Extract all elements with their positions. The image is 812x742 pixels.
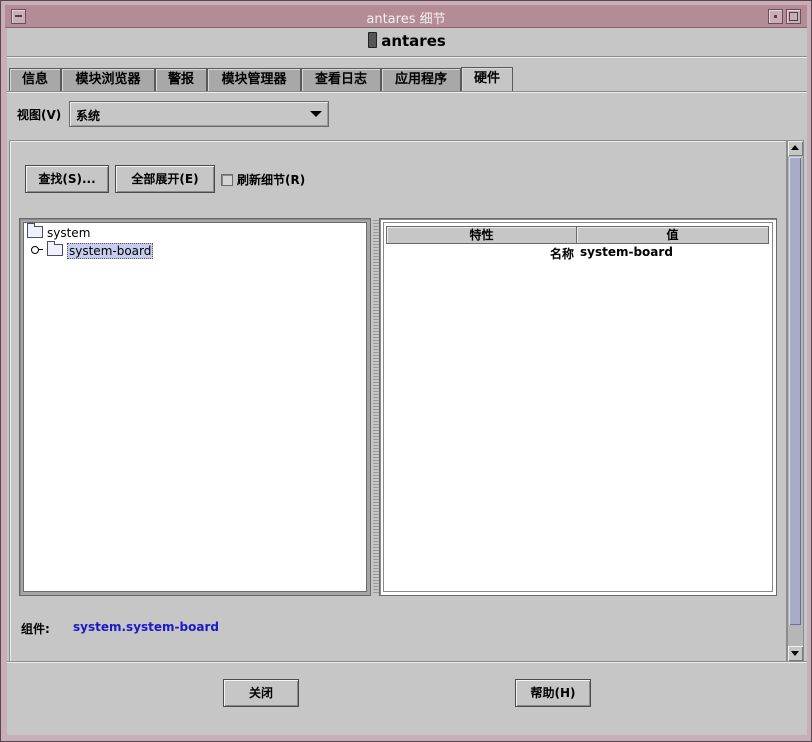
host-name: antares	[381, 32, 446, 50]
expand-all-button[interactable]: 全部展开(E)	[115, 165, 215, 193]
property-name: 名称	[549, 247, 574, 261]
refresh-details-label[interactable]: 刷新细节(R)	[237, 171, 305, 188]
component-value: system.system-board	[73, 620, 219, 634]
component-tree[interactable]: system system-board	[23, 222, 367, 592]
properties-table: 特性 值 名称 system-board	[383, 222, 773, 592]
component-label: 组件:	[21, 622, 50, 636]
tab-module-manager[interactable]: 模块管理器	[207, 68, 301, 91]
header-divider	[7, 56, 807, 58]
vertical-scrollbar[interactable]	[787, 140, 804, 662]
scroll-up-icon[interactable]	[788, 141, 803, 156]
tree-node-root[interactable]: system	[27, 223, 91, 242]
view-select-value: 系统	[76, 109, 101, 123]
find-button[interactable]: 查找(S)...	[25, 165, 109, 193]
tree-node-label-selected: system-board	[67, 243, 154, 259]
window-title: antares 细节	[366, 12, 446, 27]
tab-divider	[7, 91, 807, 93]
properties-pane: 特性 值 名称 system-board	[379, 218, 777, 596]
title-bar[interactable]: antares 细节	[5, 5, 807, 28]
column-header-property[interactable]: 特性	[386, 226, 577, 244]
folder-icon	[27, 223, 43, 238]
tab-applications[interactable]: 应用程序	[381, 68, 461, 91]
host-icon	[368, 32, 378, 48]
column-header-value[interactable]: 值	[576, 226, 769, 244]
tree-pane: system system-board	[19, 218, 371, 596]
tab-hardware[interactable]: 硬件	[461, 67, 513, 92]
scroll-down-icon[interactable]	[788, 646, 803, 661]
chevron-down-icon	[310, 111, 322, 117]
view-select[interactable]: 系统	[69, 101, 329, 127]
dialog-body: antares 信息 模块浏览器 警报 模块管理器 查看日志 应用程序 硬件 视…	[7, 28, 807, 735]
close-button[interactable]: 关闭	[223, 679, 299, 707]
expand-toggle-icon[interactable]	[31, 246, 43, 254]
window-frame: antares 细节 antares 信息 模块浏览器 警报 模块管理器 查看日…	[0, 0, 812, 742]
scroll-thumb[interactable]	[789, 157, 801, 625]
tree-node-child[interactable]: system-board	[31, 241, 154, 260]
folder-icon	[47, 241, 63, 256]
refresh-details-checkbox[interactable]	[221, 174, 233, 186]
tab-alarms[interactable]: 警报	[155, 68, 207, 91]
maximize-button[interactable]	[786, 9, 801, 24]
minimize-button[interactable]	[768, 9, 783, 24]
tab-info[interactable]: 信息	[9, 68, 61, 91]
tree-node-label: system	[47, 226, 91, 240]
view-label: 视图(V)	[17, 108, 62, 122]
property-value: system-board	[580, 245, 673, 259]
tab-module-browser[interactable]: 模块浏览器	[61, 68, 155, 91]
tab-view-log[interactable]: 查看日志	[301, 68, 381, 91]
host-header: antares	[7, 32, 807, 50]
help-button[interactable]: 帮助(H)	[515, 679, 591, 707]
footer-divider	[7, 661, 807, 663]
